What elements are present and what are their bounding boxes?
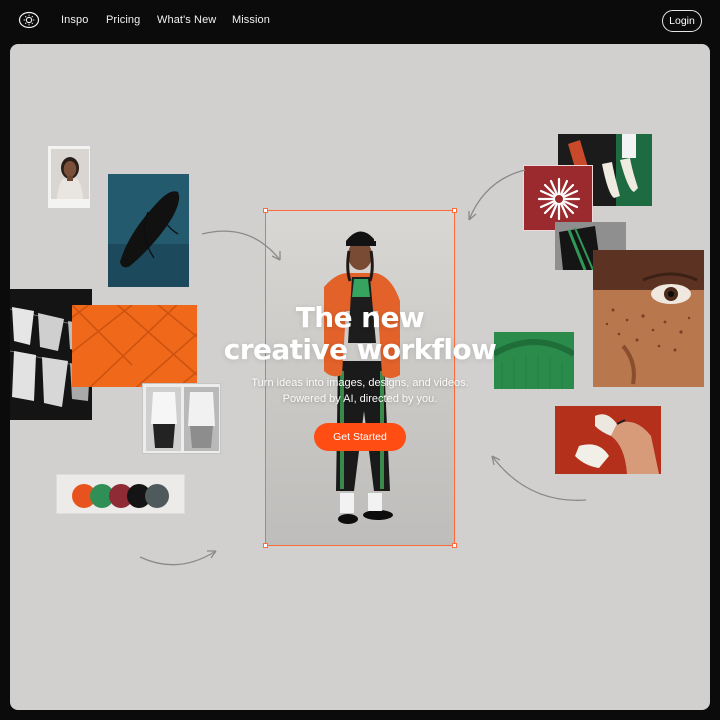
sun-outline-icon[interactable] <box>18 11 40 29</box>
color-palette-card <box>56 474 185 514</box>
hero-title-line-2: creative workflow <box>223 333 497 366</box>
curved-arrow-icon <box>468 169 526 221</box>
frame-handle-bottom-right[interactable] <box>452 543 457 548</box>
top-nav: Inspo Pricing What's New Mission Login <box>0 0 720 42</box>
curved-arrow-icon <box>201 230 281 261</box>
nav-link-mission[interactable]: Mission <box>232 14 270 26</box>
curved-arrow-icon <box>491 455 587 501</box>
portrait-image <box>51 149 89 199</box>
nav-link-whats-new[interactable]: What's New <box>157 14 216 26</box>
get-started-button[interactable]: Get Started <box>314 423 406 451</box>
shoe-image <box>108 174 189 287</box>
swatch-slate <box>145 484 169 508</box>
hero-subtitle-line-1: Turn ideas into images, designs, and vid… <box>251 377 469 389</box>
nav-link-inspo[interactable]: Inspo <box>61 14 88 26</box>
nav-link-pricing[interactable]: Pricing <box>106 14 140 26</box>
hero-subtitle-line-2: Powered by AI, directed by you. <box>282 393 438 405</box>
frame-handle-top-left[interactable] <box>263 208 268 213</box>
curved-arrow-icon <box>139 550 217 566</box>
frame-handle-top-right[interactable] <box>452 208 457 213</box>
portrait-polaroid <box>47 145 91 209</box>
shoe-photo <box>108 174 189 287</box>
hero-title-line-1: The new <box>295 301 425 334</box>
frame-handle-bottom-left[interactable] <box>263 543 268 548</box>
hero-canvas: The new creative workflow Turn ideas int… <box>10 44 710 710</box>
login-button[interactable]: Login <box>662 10 702 32</box>
